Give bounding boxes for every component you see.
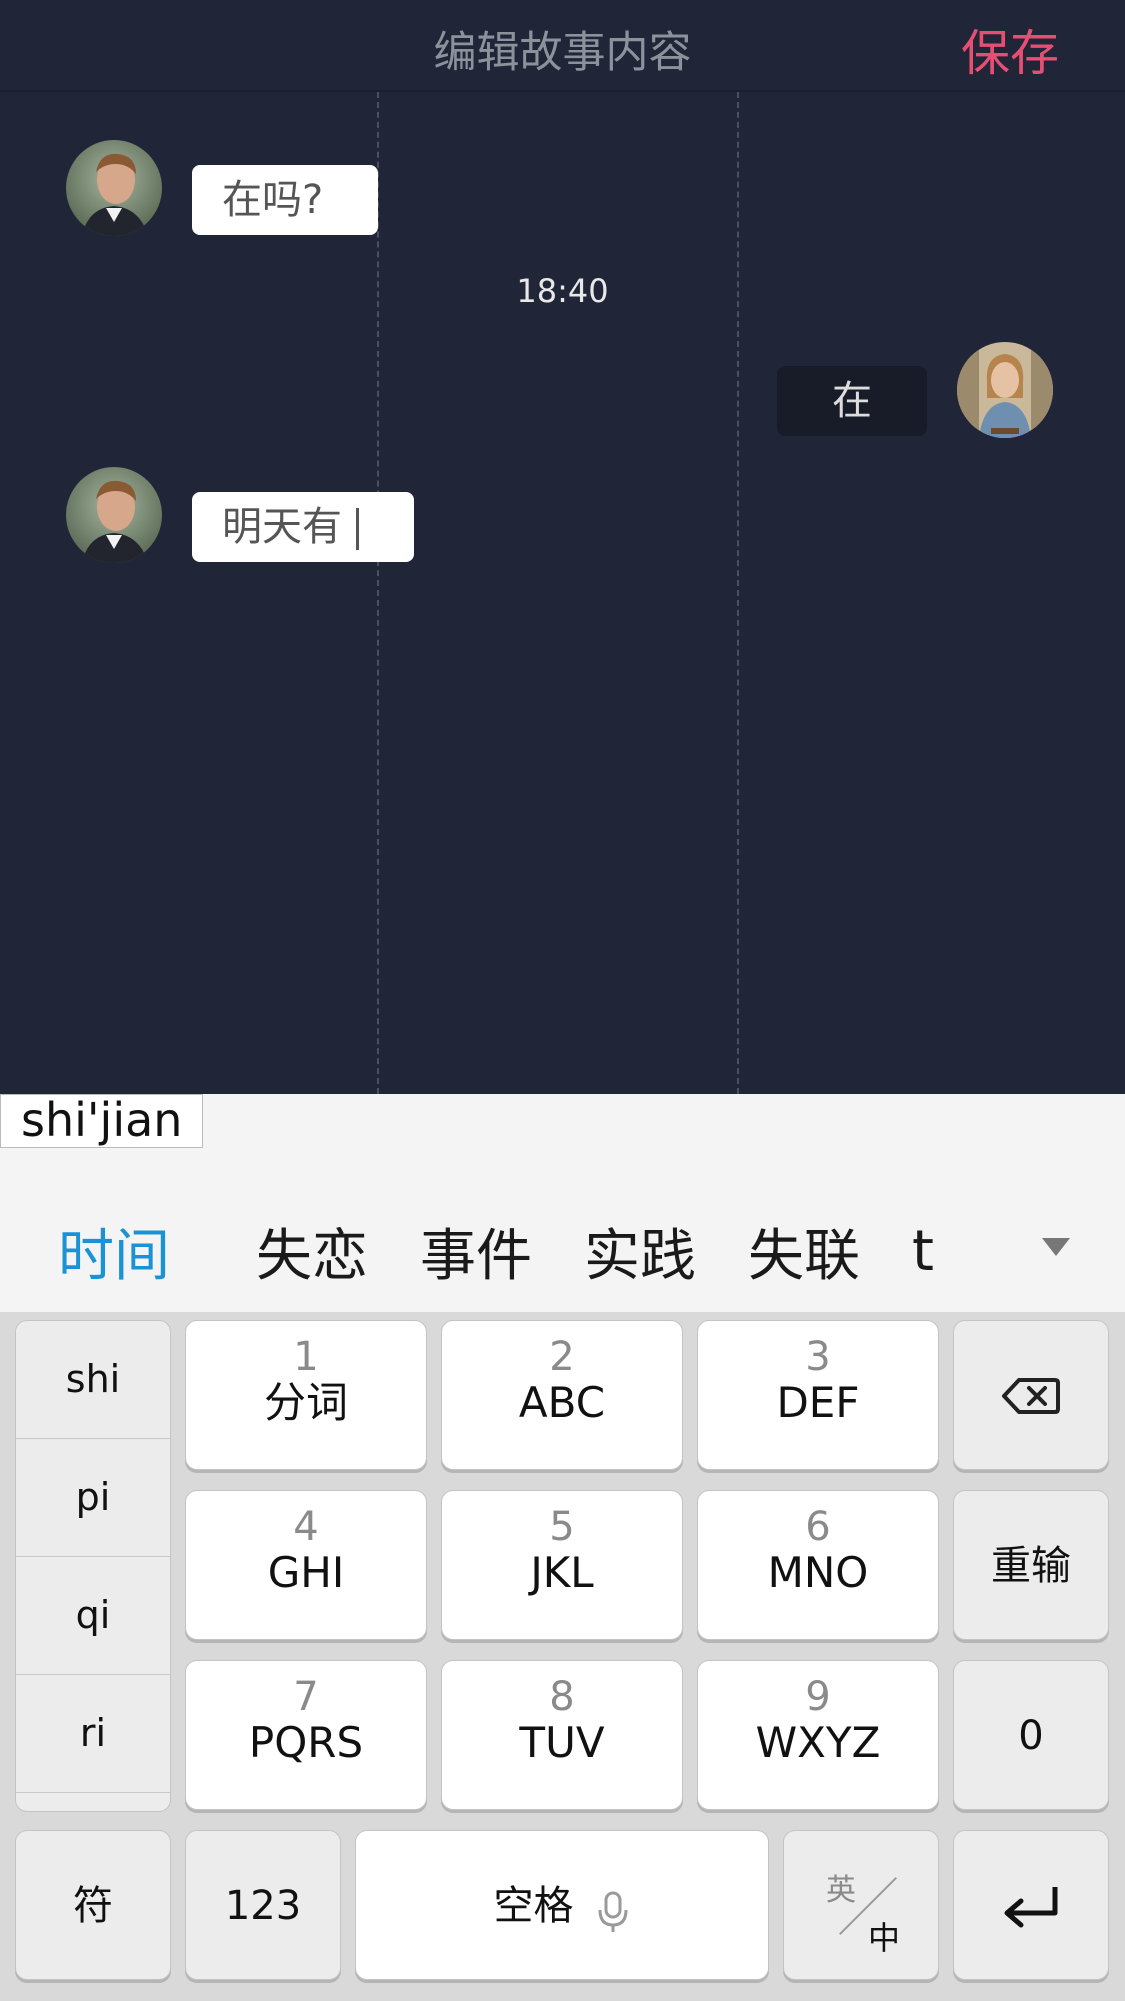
candidate-word[interactable]: 实践 [584,1211,696,1292]
reenter-button[interactable]: 重输 [953,1490,1109,1640]
key-number: 4 [293,1504,319,1550]
candidate-list: 时间 失恋 事件 实践 失联 t [0,1186,934,1316]
key-4[interactable]: 4 GHI [185,1490,427,1640]
divider-line [737,92,739,1094]
symbol-button[interactable]: 符 [15,1830,171,1980]
key-number: 8 [549,1674,575,1720]
lang-english-label: 英 [826,1873,856,1908]
key-number: 3 [805,1334,831,1380]
key-label: 0 [1018,1713,1044,1759]
page-title: 编辑故事内容 [433,28,692,78]
composition-text[interactable]: shi'jian [0,1094,204,1148]
keypad: shi pi qi ri 1 分词 2 ABC 3 DEF 4 GHI 5 JK… [0,1312,1125,2001]
key-2[interactable]: 2 ABC [441,1320,683,1470]
key-letters: JKL [530,1548,594,1597]
message-text: 明天有 [222,504,342,550]
key-letters: DEF [776,1378,860,1427]
key-7[interactable]: 7 PQRS [185,1660,427,1810]
chevron-down-icon[interactable] [1042,1238,1070,1256]
avatar-man[interactable] [66,140,162,236]
key-label: 123 [224,1883,302,1929]
pinyin-list[interactable]: shi pi qi ri [15,1320,171,1812]
key-letters: 分词 [263,1378,348,1427]
reenter-label: 重输 [991,1543,1071,1589]
candidate-word[interactable]: t [912,1219,934,1284]
pinyin-option[interactable]: ri [16,1675,170,1793]
key-3[interactable]: 3 DEF [697,1320,939,1470]
pinyin-option[interactable]: pi [16,1439,170,1557]
save-button[interactable]: 保存 [961,14,1059,85]
enter-button[interactable] [953,1830,1109,1980]
candidate-word[interactable]: 事件 [420,1211,532,1292]
space-label: 空格 [493,1883,574,1929]
key-letters: TUV [519,1718,605,1767]
text-caret [356,508,359,550]
composition-bar: shi'jian [0,1094,1125,1148]
key-number: 7 [293,1674,319,1720]
divider-line [377,92,379,1094]
language-toggle-button[interactable]: 英 中 [783,1830,939,1980]
key-letters: PQRS [248,1718,364,1767]
backspace-button[interactable] [953,1320,1109,1470]
key-number: 6 [805,1504,831,1550]
key-number: 5 [549,1504,575,1550]
message-bubble[interactable]: 在吗? [192,165,378,235]
avatar-woman[interactable] [957,342,1053,438]
message-bubble[interactable]: 在 [777,366,927,436]
key-8[interactable]: 8 TUV [441,1660,683,1810]
microphone-icon [598,1891,628,1932]
key-6[interactable]: 6 MNO [697,1490,939,1640]
key-5[interactable]: 5 JKL [441,1490,683,1640]
message-text: 在 [832,378,872,424]
key-letters: GHI [267,1548,345,1597]
top-bar: 编辑故事内容 保存 [0,0,1125,92]
message-input-bubble[interactable]: 明天有 [192,492,414,562]
key-letters: WXYZ [755,1718,881,1767]
key-1[interactable]: 1 分词 [185,1320,427,1470]
key-0[interactable]: 0 [953,1660,1109,1810]
candidate-word[interactable]: 失联 [748,1211,860,1292]
key-label: 符 [73,1883,113,1929]
lang-chinese-label: 中 [868,1919,901,1957]
key-number: 1 [293,1334,319,1380]
key-9[interactable]: 9 WXYZ [697,1660,939,1810]
pinyin-option[interactable]: shi [16,1321,170,1439]
key-letters: MNO [767,1548,869,1597]
input-method-keyboard: shi'jian 时间 失恋 事件 实践 失联 t shi pi qi ri 1… [0,1094,1125,2001]
timestamp: 18:40 [516,272,609,310]
enter-icon [1004,1887,1058,1928]
candidate-word[interactable]: 时间 [58,1211,170,1292]
key-number: 2 [549,1334,575,1380]
chat-area: 在吗? 18:40 在 明天有 [0,92,1125,1094]
key-letters: ABC [518,1378,606,1427]
message-text: 在吗? [222,177,324,223]
pinyin-option[interactable]: qi [16,1557,170,1675]
candidate-word[interactable]: 失恋 [256,1211,368,1292]
avatar-man[interactable] [66,467,162,563]
backspace-icon [1002,1378,1060,1414]
space-button[interactable]: 空格 [355,1830,769,1980]
key-number: 9 [805,1674,831,1720]
numeric-button[interactable]: 123 [185,1830,341,1980]
